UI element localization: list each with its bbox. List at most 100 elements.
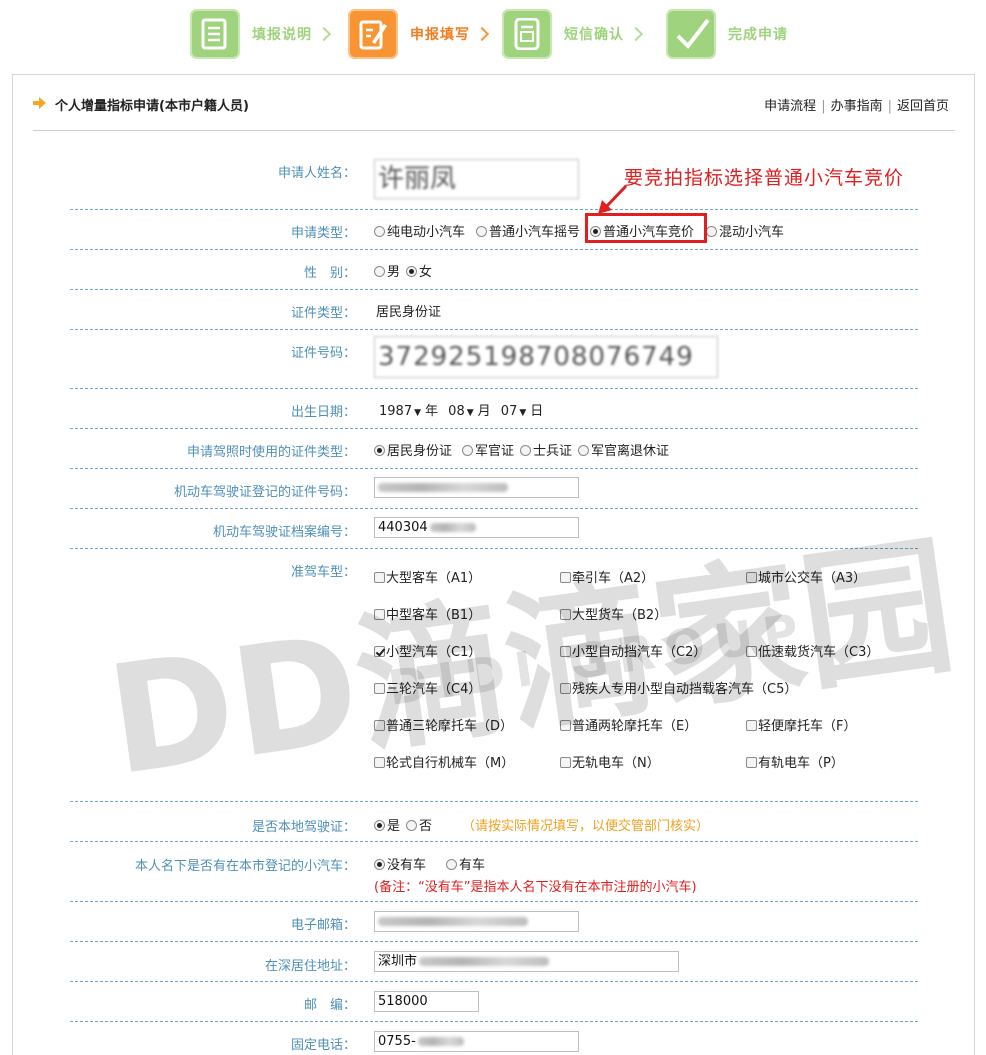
- vehicle-class-checkbox[interactable]: 轮式自行机械车（M）: [374, 752, 514, 771]
- vehicle-class-checkbox[interactable]: 小型汽车（C1）: [374, 641, 481, 660]
- caret-down-icon: ▼: [519, 408, 527, 418]
- checkbox-icon: [746, 572, 757, 583]
- radio-officer-id[interactable]: 军官证: [462, 440, 514, 459]
- step-sms-confirm: 短信确认: [502, 6, 644, 62]
- id-number-input[interactable]: 372925198708076749: [374, 336, 718, 378]
- label-apply-type: 申请类型：: [290, 226, 356, 241]
- progress-steps: 填报说明 申报填写 短信确认 完成申请: [190, 6, 810, 62]
- phone-input[interactable]: 0755-: [374, 1031, 579, 1052]
- vehicle-class-checkbox[interactable]: 大型货车（B2）: [560, 604, 667, 623]
- row-apply-type: 申请类型： 纯电动小汽车 普通小汽车摇号 普通小汽车竞价 混动小汽车: [70, 210, 918, 250]
- radio-lottery-car[interactable]: 普通小汽车摇号: [476, 221, 580, 240]
- row-local-license: 是否本地驾驶证： 是 否 （请按实际情况填写，以便交管部门核实）: [70, 802, 918, 842]
- email-input[interactable]: [374, 911, 579, 932]
- radio-local-yes[interactable]: 是: [374, 815, 400, 834]
- checkbox-icon: [374, 720, 385, 731]
- vehicle-class-checkbox[interactable]: 牵引车（A2）: [560, 567, 654, 586]
- row-gender: 性 别： 男 女: [70, 250, 918, 290]
- radio-retired-officer-id[interactable]: 军官离退休证: [578, 440, 669, 459]
- vehicle-class-checkbox[interactable]: 无轨电车（N）: [560, 752, 660, 771]
- local-license-hint: （请按实际情况填写，以便交管部门核实）: [462, 819, 710, 834]
- row-postcode: 邮 编： 518000: [70, 982, 918, 1022]
- vehicle-class-label: 残疾人专用小型自动挡载客汽车（C5）: [572, 682, 798, 697]
- radio-male[interactable]: 男: [374, 261, 400, 280]
- radio-soldier-id[interactable]: 士兵证: [520, 440, 572, 459]
- row-license-file-number: 机动车驾驶证档案编号： 440304: [70, 509, 918, 549]
- link-home[interactable]: 返回首页: [897, 99, 949, 114]
- checkbox-icon: [560, 609, 571, 620]
- birth-year-select[interactable]: 1987 ▼: [379, 404, 425, 419]
- radio-electric-car[interactable]: 纯电动小汽车: [374, 221, 465, 240]
- label-address: 在深居住地址：: [264, 959, 356, 974]
- vehicle-class-label: 轻便摩托车（F）: [758, 719, 857, 734]
- checkmark-icon: [666, 9, 716, 59]
- has-car-note: (备注：“没有车”是指本人名下没有在本市注册的小汽车): [374, 880, 697, 895]
- step-fill-instructions: 填报说明: [190, 6, 332, 62]
- vehicle-class-checkbox[interactable]: 普通两轮摩托车（E）: [560, 715, 697, 734]
- checkbox-icon: [374, 646, 385, 657]
- label-license-file-number: 机动车驾驶证档案编号：: [212, 525, 356, 540]
- radio-hybrid-car[interactable]: 混动小汽车: [706, 221, 784, 240]
- step-label: 完成申请: [728, 27, 788, 43]
- checkbox-icon: [560, 683, 571, 694]
- link-apply-process[interactable]: 申请流程: [764, 99, 816, 114]
- edit-document-icon: [348, 9, 398, 59]
- radio-has-car[interactable]: 有车: [446, 854, 485, 873]
- label-phone: 固定电话：: [290, 1038, 356, 1053]
- vehicle-class-checkbox[interactable]: 城市公交车（A3）: [746, 567, 866, 586]
- checkbox-icon: [374, 609, 385, 620]
- label-id-number: 证件号码：: [290, 346, 356, 361]
- vehicle-class-checkbox[interactable]: 大型客车（A1）: [374, 567, 481, 586]
- checkbox-icon: [374, 683, 385, 694]
- arrow-right-icon: [33, 97, 46, 109]
- label-has-car: 本人名下是否有在本市登记的小汽车：: [134, 859, 356, 874]
- vehicle-class-checkbox[interactable]: 残疾人专用小型自动挡载客汽车（C5）: [560, 678, 797, 697]
- label-gender: 性 别：: [303, 266, 356, 281]
- birth-day-select[interactable]: 07 ▼: [501, 404, 530, 419]
- checkbox-icon: [746, 720, 757, 731]
- row-id-type: 证件类型： 居民身份证: [70, 290, 918, 330]
- vehicle-class-label: 三轮汽车（C4）: [386, 682, 482, 697]
- address-input[interactable]: 深圳市: [374, 951, 679, 972]
- id-type-value: 居民身份证: [376, 305, 442, 320]
- step-complete: 完成申请: [666, 6, 788, 62]
- row-license-id-type: 申请驾照时使用的证件类型： 居民身份证 军官证 士兵证 军官离退休证: [70, 429, 918, 469]
- step-label: 短信确认: [564, 27, 624, 43]
- row-vehicle-class: 准驾车型： 大型客车（A1） 牵引车（A2） 城市公交车（A3） 中型客车（B1） 大型…: [70, 549, 918, 802]
- label-postcode: 邮 编：: [303, 998, 356, 1013]
- panel-header: 个人增量指标申请(本市户籍人员) 申请流程 | 办事指南 | 返回首页: [33, 75, 955, 131]
- vehicle-class-checkbox[interactable]: 轻便摩托车（F）: [746, 715, 856, 734]
- vehicle-class-label: 有轨电车（P）: [758, 756, 844, 771]
- link-guide[interactable]: 办事指南: [831, 99, 883, 114]
- vehicle-class-label: 普通两轮摩托车（E）: [572, 719, 698, 734]
- chevron-right-icon: [474, 26, 490, 42]
- chevron-right-icon: [628, 26, 644, 42]
- checkbox-icon: [560, 757, 571, 768]
- vehicle-class-label: 牵引车（A2）: [572, 571, 655, 586]
- birth-month-select[interactable]: 08 ▼: [448, 404, 477, 419]
- radio-female[interactable]: 女: [406, 261, 432, 280]
- radio-local-no[interactable]: 否: [406, 815, 432, 834]
- vehicle-class-checkbox[interactable]: 中型客车（B1）: [374, 604, 481, 623]
- checkbox-icon: [374, 572, 385, 583]
- postcode-input[interactable]: 518000: [374, 991, 479, 1012]
- label-license-id-number: 机动车驾驶证登记的证件号码：: [173, 485, 356, 500]
- vehicle-class-checkbox[interactable]: 小型自动挡汽车（C2）: [560, 641, 706, 660]
- radio-no-car[interactable]: 没有车: [374, 854, 426, 873]
- label-id-type: 证件类型：: [290, 306, 356, 321]
- step-label: 填报说明: [252, 27, 312, 43]
- vehicle-class-checkbox[interactable]: 有轨电车（P）: [746, 752, 844, 771]
- vehicle-class-label: 城市公交车（A3）: [758, 571, 867, 586]
- vehicle-class-checkbox[interactable]: 普通三轮摩托车（D）: [374, 715, 513, 734]
- license-file-number-input[interactable]: 440304: [374, 517, 579, 538]
- vehicle-class-label: 低速载货汽车（C3）: [758, 645, 880, 660]
- radio-resident-id[interactable]: 居民身份证: [374, 440, 452, 459]
- vehicle-class-label: 无轨电车（N）: [572, 756, 660, 771]
- phone-message-icon: [502, 9, 552, 59]
- vehicle-class-checkbox[interactable]: 三轮汽车（C4）: [374, 678, 481, 697]
- license-id-number-input[interactable]: [374, 477, 579, 498]
- checkbox-icon: [746, 646, 757, 657]
- vehicle-class-label: 普通三轮摩托车（D）: [386, 719, 514, 734]
- vehicle-class-checkbox[interactable]: 低速载货汽车（C3）: [746, 641, 879, 660]
- applicant-name-input[interactable]: 许丽凤: [374, 159, 579, 199]
